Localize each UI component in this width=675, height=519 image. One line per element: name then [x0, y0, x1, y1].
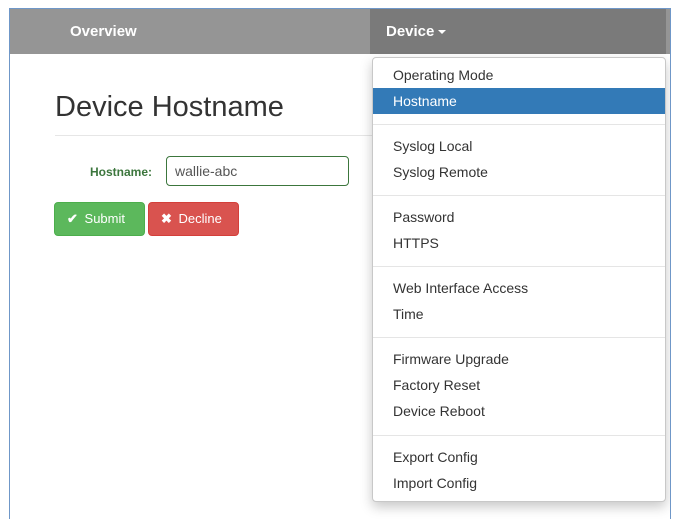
menu-item-factory-reset[interactable]: Factory Reset [373, 372, 665, 398]
close-icon: ✖ [161, 211, 172, 226]
menu-item-time[interactable]: Time [373, 301, 665, 327]
hostname-input[interactable] [166, 156, 349, 186]
submit-button[interactable]: ✔ Submit [54, 202, 145, 236]
nav-overview[interactable]: Overview [70, 9, 137, 54]
submit-label: Submit [84, 211, 125, 226]
hostname-label: Hostname: [90, 165, 153, 179]
decline-button[interactable]: ✖ Decline [148, 202, 239, 236]
decline-label: Decline [178, 211, 222, 226]
menu-divider [373, 266, 665, 267]
nav-device-dropdown-toggle[interactable]: Device [370, 9, 666, 54]
caret-down-icon [438, 30, 447, 35]
menu-item-hostname[interactable]: Hostname [373, 88, 665, 114]
menu-item-https[interactable]: HTTPS [373, 230, 665, 256]
menu-divider [373, 435, 665, 436]
title-divider [55, 135, 375, 136]
menu-item-operating-mode[interactable]: Operating Mode [373, 62, 665, 88]
menu-item-firmware-upgrade[interactable]: Firmware Upgrade [373, 346, 665, 372]
app-window: Overview Device Device Hostname Hostname… [9, 8, 671, 519]
menu-item-device-reboot[interactable]: Device Reboot [373, 398, 665, 424]
menu-item-export-config[interactable]: Export Config [373, 444, 665, 470]
menu-divider [373, 124, 665, 125]
nav-device-label: Device [386, 23, 435, 40]
device-dropdown-menu: Operating Mode Hostname Syslog Local Sys… [372, 57, 666, 502]
menu-item-web-interface-access[interactable]: Web Interface Access [373, 275, 665, 301]
menu-divider [373, 195, 665, 196]
page-title: Device Hostname [55, 91, 284, 123]
top-navbar: Overview Device [10, 9, 670, 54]
menu-item-password[interactable]: Password [373, 204, 665, 230]
menu-item-syslog-local[interactable]: Syslog Local [373, 133, 665, 159]
menu-item-syslog-remote[interactable]: Syslog Remote [373, 159, 665, 185]
checkmark-icon: ✔ [67, 211, 78, 226]
menu-divider [373, 337, 665, 338]
menu-item-import-config[interactable]: Import Config [373, 470, 665, 496]
